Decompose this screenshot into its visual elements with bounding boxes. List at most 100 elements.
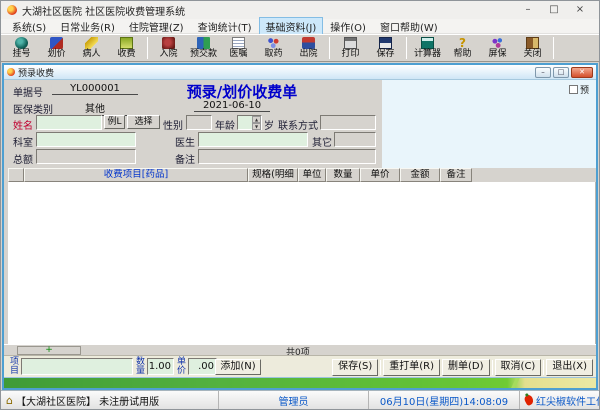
menu-operation[interactable]: 操作(O) <box>323 17 373 36</box>
inner-window-icon <box>7 68 15 76</box>
age-stepper[interactable]: ▲ ▼ <box>237 115 262 130</box>
dept-input[interactable] <box>36 132 136 147</box>
grid-col-unit[interactable]: 单位 <box>298 168 326 182</box>
toolbar-help-button[interactable]: 帮助 <box>445 35 480 61</box>
statusbar: 【大湖社区医院】 未注册试用版 管理员 06月10日(星期四)14:08:09 … <box>1 390 599 409</box>
entry-qty-input[interactable]: 1.00 <box>147 358 174 375</box>
inner-window-title: 预录收费 <box>18 66 54 79</box>
add-row-button[interactable]: + <box>17 346 81 355</box>
cancel-button[interactable]: 取消(C) <box>495 359 542 376</box>
menu-query-stats[interactable]: 查询统计(T) <box>191 17 259 36</box>
toolbar-discharge-button[interactable]: 出院 <box>291 35 326 61</box>
pre-print-checkbox[interactable]: 预 <box>569 83 595 96</box>
admission-icon <box>162 37 175 49</box>
gender-label: 性别 <box>163 117 183 132</box>
grid-body <box>4 182 596 344</box>
grid-col-qty[interactable]: 数量 <box>326 168 360 182</box>
calculator-icon <box>421 37 434 49</box>
minimize-button[interactable]: – <box>515 3 541 17</box>
dept-label: 科室 <box>13 134 33 149</box>
status-vendor-panel: 红尖椒软件工作室 <box>520 391 599 409</box>
grid-col-item[interactable]: 收费项目[药品] <box>24 168 248 182</box>
name-label: 姓名 <box>13 117 33 132</box>
menu-system[interactable]: 系统(S) <box>5 17 53 36</box>
toolbar: 挂号 划价 病人 收费 入院 预交款 医嘱 取药 <box>1 34 599 62</box>
delete-sheet-button[interactable]: 删单(D) <box>442 359 490 376</box>
maximize-button[interactable]: □ <box>541 3 567 17</box>
reprint-button[interactable]: 重打单(R) <box>383 359 440 376</box>
inner-maximize-button[interactable]: □ <box>553 67 569 78</box>
grid-col-indicator[interactable] <box>8 168 24 182</box>
toolbar-patient-button[interactable]: 病人 <box>74 35 109 61</box>
age-up-icon[interactable]: ▲ <box>252 116 261 123</box>
total-input[interactable] <box>36 149 136 164</box>
menu-window-help[interactable]: 窗口帮助(W) <box>373 17 445 36</box>
prerecord-charge-window: 预录收费 – □ ✕ 单据号 YL000001 预录/划价收费单 医保类别 其他… <box>2 63 598 390</box>
read-card-button[interactable]: 例L <box>104 115 125 129</box>
pricing-icon <box>50 37 63 49</box>
toolbar-charge-button[interactable]: 收费 <box>109 35 144 61</box>
contact-input[interactable] <box>320 115 376 130</box>
doc-no-value: YL000001 <box>52 83 138 95</box>
grid-col-spec[interactable]: 规格(明细 <box>248 168 298 182</box>
insurance-label: 医保类别 <box>13 101 53 116</box>
other-label: 其它 <box>312 134 332 149</box>
grid-col-amount[interactable]: 金额 <box>400 168 440 182</box>
datetime-text: 06月10日(星期四)14:08:09 <box>380 393 508 408</box>
grid-header-filler <box>472 168 596 182</box>
other-input[interactable] <box>334 132 376 147</box>
print-icon <box>344 37 357 49</box>
add-item-button[interactable]: 添加(N) <box>215 359 261 375</box>
toolbar-save-button[interactable]: 保存 <box>368 35 403 61</box>
gender-input[interactable] <box>186 115 212 130</box>
trial-version-text: 【大湖社区医院】 未注册试用版 <box>16 393 159 408</box>
toolbar-exit-button[interactable]: 关闭 <box>515 35 550 61</box>
inner-window-titlebar: 预录收费 – □ ✕ <box>4 65 596 80</box>
name-input[interactable] <box>36 115 102 130</box>
entry-item-label: 项目 <box>9 358 20 376</box>
note-label: 备注 <box>175 151 195 166</box>
doctor-input[interactable] <box>198 132 308 147</box>
app-window: 大湖社区医院 社区医院收费管理系统 – □ × 系统(S) 日常业务(R) 住院… <box>0 0 600 410</box>
inner-close-button[interactable]: ✕ <box>571 67 593 78</box>
menubar: 系统(S) 日常业务(R) 住院管理(Z) 查询统计(T) 基础资料(J) 操作… <box>1 19 599 34</box>
status-user-panel: 管理员 <box>219 391 369 409</box>
toolbar-register-button[interactable]: 挂号 <box>4 35 39 61</box>
close-button[interactable]: × <box>567 3 593 17</box>
doc-no-label: 单据号 <box>13 84 43 99</box>
toolbar-prepay-button[interactable]: 预交款 <box>186 35 221 61</box>
toolbar-dispense-button[interactable]: 取药 <box>256 35 291 61</box>
menu-inpatient[interactable]: 住院管理(Z) <box>122 17 191 36</box>
menu-daily-business[interactable]: 日常业务(R) <box>53 17 122 36</box>
exit-sheet-button[interactable]: 退出(X) <box>546 359 593 376</box>
toolbar-screensaver-button[interactable]: 屏保 <box>480 35 515 61</box>
toolbar-admission-button[interactable]: 入院 <box>151 35 186 61</box>
entry-item-input[interactable] <box>21 358 133 375</box>
menu-base-data[interactable]: 基础资料(J) <box>259 17 324 36</box>
checkbox-icon[interactable] <box>569 85 578 94</box>
grid-col-price[interactable]: 单价 <box>360 168 400 182</box>
progress-notch <box>509 377 520 388</box>
save-sheet-button[interactable]: 保存(S) <box>332 359 378 376</box>
select-patient-button[interactable]: 选择 <box>127 115 160 129</box>
entry-price-input[interactable]: .00 <box>188 358 217 375</box>
toolbar-doctor-order-button[interactable]: 医嘱 <box>221 35 256 61</box>
vendor-text: 红尖椒软件工作室 <box>536 393 599 408</box>
toolbar-calculator-button[interactable]: 计算器 <box>410 35 445 61</box>
age-down-icon[interactable]: ▼ <box>252 123 261 130</box>
toolbar-print-button[interactable]: 打印 <box>333 35 368 61</box>
entry-bar: 项目 数量 1.00 单价 .00 添加(N) 保存(S) 重打单(R) 删单(… <box>4 355 596 377</box>
grid-header: 收费项目[药品] 规格(明细 单位 数量 单价 金额 备注 <box>4 168 596 182</box>
grid-col-note[interactable]: 备注 <box>440 168 472 182</box>
toolbar-pricing-button[interactable]: 划价 <box>39 35 74 61</box>
window-title: 大湖社区医院 社区医院收费管理系统 <box>22 3 185 18</box>
app-logo-icon <box>7 5 17 15</box>
status-hospital-panel: 【大湖社区医院】 未注册试用版 <box>1 391 219 409</box>
doctor-label: 医生 <box>175 134 195 149</box>
note-input[interactable] <box>198 149 376 164</box>
help-icon <box>456 37 469 49</box>
contact-label: 联系方式 <box>278 117 318 132</box>
action-buttons: 保存(S) 重打单(R) 删单(D) 取消(C) 退出(X) <box>332 358 593 376</box>
mdi-area: 预录收费 – □ ✕ 单据号 YL000001 预录/划价收费单 医保类别 其他… <box>2 63 598 390</box>
inner-minimize-button[interactable]: – <box>535 67 551 78</box>
